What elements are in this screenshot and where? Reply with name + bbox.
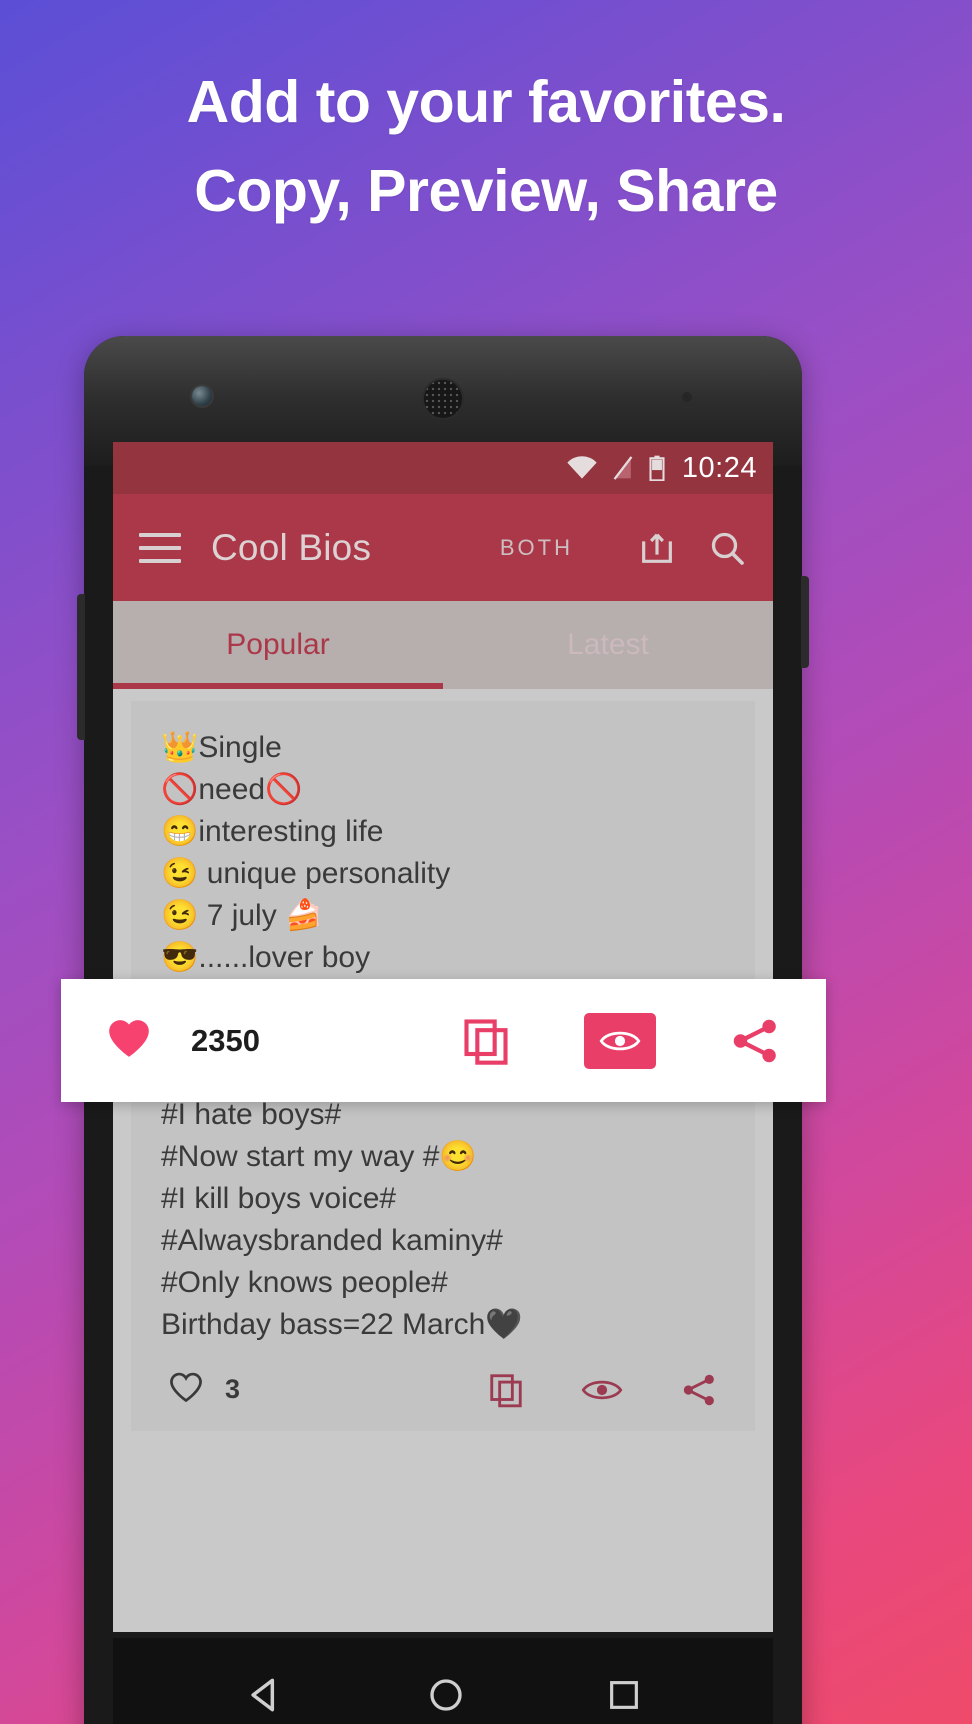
- recents-square-icon[interactable]: [605, 1676, 643, 1719]
- preview-eye-icon[interactable]: [581, 1371, 623, 1409]
- tab-bar: Popular Latest: [113, 601, 773, 689]
- app-toolbar: Cool Bios BOTH: [113, 494, 773, 601]
- power-button[interactable]: [801, 576, 809, 668]
- upload-icon[interactable]: [637, 528, 677, 568]
- proximity-sensor-icon: [682, 392, 692, 402]
- bio-line: #Alwaysbranded kaminy#: [161, 1224, 503, 1257]
- volume-button[interactable]: [77, 594, 85, 740]
- promo-headline: Add to your favorites. Copy, Preview, Sh…: [0, 58, 972, 235]
- page-title: Cool Bios: [211, 526, 372, 568]
- bio-line: 😉 unique personality: [161, 857, 451, 890]
- preview-chip[interactable]: [584, 1012, 656, 1069]
- bio-line: 🚫need🚫: [161, 773, 303, 806]
- front-camera-icon: [192, 386, 212, 406]
- promo-screenshot: Add to your favorites. Copy, Preview, Sh…: [0, 0, 972, 1724]
- status-bar: 10:24: [113, 442, 773, 494]
- promo-headline-line1: Add to your favorites.: [186, 69, 786, 135]
- home-circle-icon[interactable]: [426, 1675, 466, 1720]
- bio-card-actions: 3: [161, 1346, 725, 1431]
- bio-line: 😎......lover boy: [161, 941, 371, 974]
- favorite-count: 2350: [191, 1022, 260, 1058]
- hamburger-menu-icon[interactable]: [139, 532, 181, 563]
- android-nav-bar: [113, 1638, 773, 1724]
- bio-line: #Now start my way #😊: [161, 1140, 477, 1173]
- bio-card[interactable]: #I hate boys# #Now start my way #😊 #I ki…: [131, 1068, 755, 1431]
- battery-icon: [648, 455, 666, 481]
- bio-line: 😉 7 july 🍰: [161, 899, 323, 932]
- preview-eye-icon[interactable]: [584, 1012, 656, 1069]
- heart-filled-icon[interactable]: [105, 1014, 153, 1067]
- wifi-icon: [566, 456, 598, 480]
- signal-off-icon: [612, 455, 634, 481]
- filter-toggle-both[interactable]: BOTH: [500, 535, 573, 561]
- copy-icon[interactable]: [487, 1371, 525, 1409]
- tab-popular[interactable]: Popular: [113, 601, 443, 689]
- tab-latest[interactable]: Latest: [443, 601, 773, 689]
- bio-line: Birthday bass=22 March🖤: [161, 1308, 523, 1341]
- copy-icon[interactable]: [460, 1015, 512, 1067]
- favorite-count: 3: [225, 1374, 241, 1404]
- heart-outline-icon[interactable]: [167, 1368, 205, 1411]
- bio-line: #I kill boys voice#: [161, 1182, 397, 1215]
- share-icon[interactable]: [728, 1015, 782, 1067]
- status-bar-clock: 10:24: [681, 451, 757, 484]
- back-triangle-icon[interactable]: [243, 1673, 287, 1722]
- bio-line: 👑Single: [161, 731, 282, 764]
- search-icon[interactable]: [707, 528, 747, 568]
- share-icon[interactable]: [679, 1371, 719, 1409]
- tab-indicator: [113, 683, 443, 689]
- bio-line: #Only knows people#: [161, 1266, 448, 1299]
- promo-headline-line2: Copy, Preview, Share: [194, 157, 778, 224]
- earpiece-speaker-icon: [422, 378, 464, 420]
- bio-line: 😁interesting life: [161, 815, 384, 848]
- highlighted-action-bar: 2350: [61, 979, 826, 1102]
